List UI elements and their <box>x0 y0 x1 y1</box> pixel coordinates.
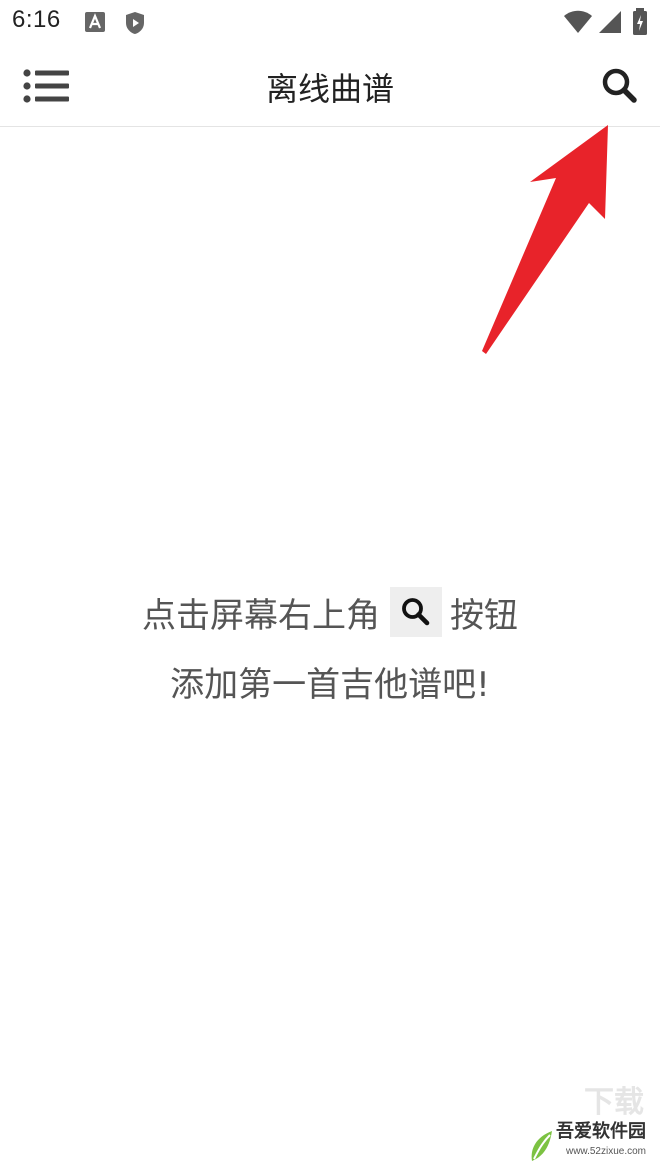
a-notification-icon <box>84 11 106 37</box>
page-title: 离线曲谱 <box>265 70 394 108</box>
search-button[interactable] <box>598 64 642 108</box>
battery-charging-icon <box>632 8 648 40</box>
search-icon <box>602 68 637 103</box>
watermark: 下载 吾爱软件园 www.52zixue.com <box>524 1085 654 1167</box>
screen: 6:16 离线曲谱 点击屏幕右上角 按钮 添加第一首吉他谱吧! 下载 吾爱软件园… <box>0 0 660 1173</box>
watermark-url: www.52zixue.com <box>565 1146 646 1157</box>
empty-hint-text-before: 点击屏幕右上角 <box>142 595 380 636</box>
search-icon <box>402 598 430 626</box>
cellular-signal-icon <box>598 10 622 38</box>
shield-play-icon <box>124 11 146 39</box>
watermark-title: 吾爱软件园 <box>556 1121 646 1142</box>
status-bar: 6:16 <box>0 0 660 46</box>
empty-state: 点击屏幕右上角 按钮 添加第一首吉他谱吧! <box>0 584 660 710</box>
app-bar: 离线曲谱 <box>0 46 660 127</box>
leaf-logo-icon <box>531 1131 552 1161</box>
empty-hint-text-after: 按钮 <box>450 595 518 636</box>
empty-hint-line2: 添加第一首吉他谱吧! <box>170 665 490 705</box>
watermark-faint-text: 下载 <box>584 1085 644 1120</box>
annotation-arrow <box>482 125 608 354</box>
inline-search-icon-box <box>390 587 442 637</box>
status-time: 6:16 <box>12 6 61 33</box>
wifi-icon <box>563 10 593 38</box>
empty-hint-line1: 点击屏幕右上角 按钮 <box>0 584 660 640</box>
